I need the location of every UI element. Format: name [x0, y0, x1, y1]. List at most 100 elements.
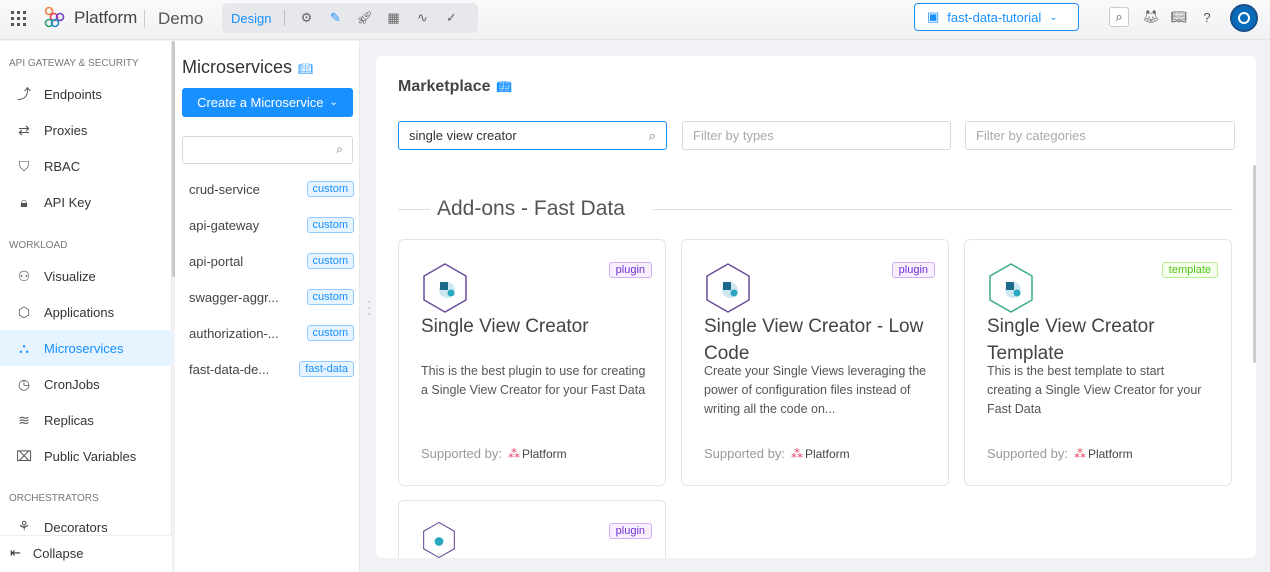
search-icon: ⌕ [648, 127, 656, 143]
list-item[interactable]: crud-service custom [189, 181, 354, 197]
card-description: This is the best plugin to use for creat… [421, 364, 646, 397]
marketplace-search-input[interactable]: single view creator ⌕ [398, 121, 667, 150]
divider [144, 10, 145, 28]
book-icon[interactable]: 📖︎ [497, 80, 512, 94]
project-icon: ▣ [927, 9, 940, 24]
chevron-down-icon: ⌄ [329, 97, 338, 108]
list-item[interactable]: authorization-... custom [189, 325, 354, 341]
divider [653, 209, 1233, 210]
sidebar-item-replicas[interactable]: ≋ Replicas [0, 402, 172, 438]
list-item[interactable]: api-gateway custom [189, 217, 354, 233]
mia-platform-logo: ⁂ Platform [1073, 446, 1133, 461]
marketplace-card[interactable]: plugin Single View Creator - Low Code Cr… [681, 239, 949, 486]
apps-grid-icon[interactable] [11, 11, 27, 27]
logo-hexagons-icon [44, 6, 65, 28]
type-tag: plugin [891, 262, 935, 278]
section-header: Add-ons - Fast Data [398, 197, 1233, 221]
sidebar-item-cronjobs[interactable]: ◷ CronJobs [0, 366, 172, 402]
clock-icon: ◷ [17, 375, 31, 392]
pencil-icon[interactable]: ✎ [327, 10, 343, 26]
book-icon[interactable]: 📖︎ [298, 62, 313, 76]
sidebar-item-microservices[interactable]: ⛬ Microservices [0, 330, 172, 366]
service-tag: fast-data [299, 361, 354, 377]
book-icon[interactable]: 📖︎ [1169, 7, 1189, 27]
sidebar-item-api-key[interactable]: 🔒︎ API Key [0, 184, 172, 220]
sidebar-item-proxies[interactable]: ⇄ Proxies [0, 112, 172, 148]
divider [398, 209, 430, 210]
filter-categories-select[interactable]: Filter by categories [965, 121, 1235, 150]
supported-by: Supported by: ⁂ Platform [704, 446, 850, 461]
mode-design[interactable]: Design [231, 11, 271, 26]
single-view-creator-low-code-icon [706, 263, 750, 313]
search-icon[interactable]: ⌕ [1109, 7, 1129, 27]
card-title: Single View Creator - Low Code [704, 316, 924, 364]
panel-title: Microservices 📖︎ [182, 57, 314, 77]
section-title: ORCHESTRATORS [9, 493, 99, 504]
endpoints-icon: ⤴ [17, 86, 31, 102]
marketplace-title: Marketplace 📖︎ [398, 78, 512, 95]
sidebar-item-visualize[interactable]: ⚇ Visualize [0, 258, 172, 294]
sidebar: API GATEWAY & SECURITY ⤴ Endpoints ⇄ Proxi… [0, 41, 172, 572]
microservices-icon: ⛬ [19, 339, 29, 356]
marketplace-card[interactable]: plugin Single View Creator This is the b… [398, 239, 666, 486]
variables-icon: ⌧ [16, 447, 33, 464]
plugin-icon [423, 521, 455, 559]
sidebar-item-applications[interactable]: ⬡ Applications [0, 294, 172, 330]
section-title: WORKLOAD [9, 240, 68, 251]
supported-by: Supported by: ⁂ Platform [987, 446, 1133, 461]
mode-switcher: Design ⚙ ✎ 🚀︎ ▦ ∿ ✓ [222, 3, 478, 33]
lock-icon: 🔒︎ [20, 193, 28, 210]
list-item[interactable]: swagger-aggr... custom [189, 289, 354, 305]
sidebar-item-rbac[interactable]: ⛉ RBAC [0, 148, 172, 184]
section-title: API GATEWAY & SECURITY [9, 58, 139, 69]
collapse-icon: ⇤ [10, 545, 21, 560]
marketplace-card[interactable]: plugin [398, 500, 666, 559]
marketplace-card[interactable]: template Single View Creator Template Th… [964, 239, 1232, 486]
collapse-button[interactable]: ⇤ Collapse [10, 545, 84, 561]
service-tag: custom [306, 289, 354, 305]
single-view-creator-icon [423, 263, 467, 313]
service-tag: custom [306, 325, 354, 341]
type-tag: plugin [608, 523, 652, 539]
supported-by: Supported by: ⁂ Platform [421, 446, 567, 461]
avatar[interactable] [1230, 4, 1258, 32]
list-item[interactable]: api-portal custom [189, 253, 354, 269]
microservices-panel: Microservices 📖︎ Create a Microservice ⌄ ⌕… [175, 41, 360, 572]
layers-icon: ≋ [18, 411, 30, 428]
service-tag: custom [306, 253, 354, 269]
decorators-icon: ⚘ [17, 518, 31, 534]
card-description: This is the best template to start creat… [987, 364, 1202, 416]
card-description: Create your Single Views leveraging the … [704, 364, 927, 416]
service-tag: custom [306, 181, 354, 197]
list-item[interactable]: fast-data-de... fast-data [189, 361, 354, 377]
type-tag: plugin [608, 262, 652, 278]
check-circle-icon[interactable]: ✓ [443, 10, 459, 26]
marketplace-panel: Marketplace 📖︎ single view creator ⌕ Filte… [376, 56, 1256, 559]
mia-platform-logo[interactable]: Platform [44, 6, 137, 28]
resize-handle[interactable]: · · · [367, 295, 371, 319]
project-name[interactable]: Demo [158, 9, 203, 29]
single-view-creator-template-icon [989, 263, 1033, 313]
help-icon[interactable]: ? [1197, 7, 1217, 27]
sidebar-item-decorators[interactable]: ⚘ Decorators [0, 513, 172, 535]
box-icon: ⬡ [17, 303, 31, 320]
microservice-search-input[interactable]: ⌕ [182, 136, 353, 164]
type-tag: template [1161, 262, 1218, 278]
marketplace-scrollbar[interactable] [1253, 165, 1256, 363]
pulse-icon[interactable]: ∿ [414, 10, 430, 26]
sidebar-item-public-variables[interactable]: ⌧ Public Variables [0, 438, 172, 474]
gear-icon[interactable]: ⚙ [298, 10, 314, 26]
chevron-down-icon: ⌄ [1049, 11, 1058, 23]
service-tag: custom [306, 217, 354, 233]
create-microservice-button[interactable]: Create a Microservice ⌄ [182, 88, 353, 117]
search-icon: ⌕ [336, 142, 343, 156]
dashboard-icon[interactable]: ▦ [385, 10, 401, 26]
gitlab-icon[interactable]: 🦊︎ [1141, 7, 1161, 27]
card-title: Single View Creator Template [987, 316, 1155, 364]
mia-platform-logo: ⁂ Platform [507, 446, 567, 461]
sidebar-item-endpoints[interactable]: ⤴ Endpoints [0, 76, 172, 112]
top-bar: Platform Demo Design ⚙ ✎ 🚀︎ ▦ ∿ ✓ ▣ fast… [0, 0, 1270, 40]
rocket-icon[interactable]: 🚀︎ [356, 10, 373, 26]
environment-selector[interactable]: ▣ fast-data-tutorial ⌄ [914, 3, 1079, 31]
filter-types-select[interactable]: Filter by types [682, 121, 951, 150]
